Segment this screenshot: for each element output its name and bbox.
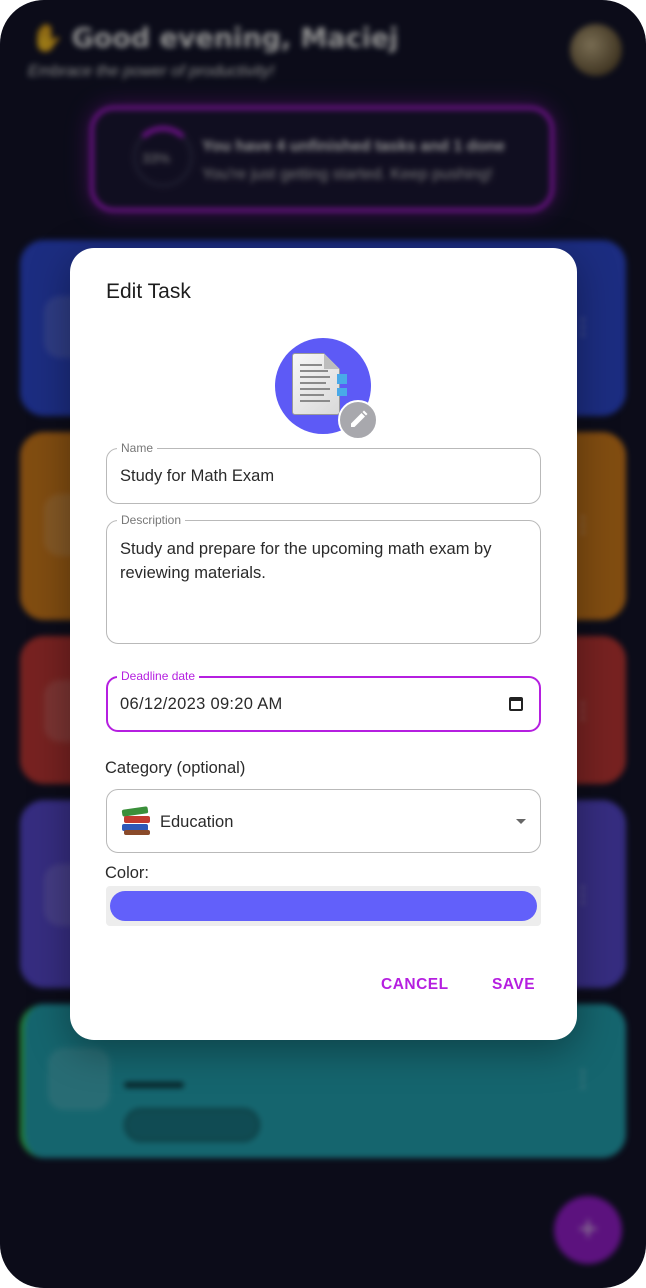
deadline-field[interactable]: Deadline date 06/12/2023 09:20 AM (106, 669, 541, 732)
edit-task-dialog: Edit Task Name Study for Math Exam Descr… (70, 248, 577, 1040)
category-select[interactable]: Education (106, 789, 541, 853)
description-label: Description (117, 513, 186, 527)
color-picker[interactable] (106, 886, 541, 926)
name-input[interactable]: Study for Math Exam (120, 464, 274, 488)
deadline-input[interactable]: 06/12/2023 09:20 AM (120, 692, 283, 716)
color-swatch[interactable] (110, 891, 537, 921)
save-button[interactable]: SAVE (492, 976, 535, 994)
category-selected-value: Education (160, 813, 234, 831)
dialog-title: Edit Task (106, 280, 191, 303)
edit-avatar-button[interactable] (338, 400, 378, 440)
name-field[interactable]: Name Study for Math Exam (106, 441, 541, 504)
document-icon (292, 353, 347, 415)
calendar-icon[interactable] (509, 697, 523, 711)
books-icon (121, 806, 152, 836)
deadline-label: Deadline date (117, 669, 200, 683)
chevron-down-icon[interactable] (516, 819, 526, 824)
cancel-button[interactable]: CANCEL (381, 976, 449, 994)
description-field[interactable]: Description Study and prepare for the up… (106, 513, 541, 644)
name-label: Name (117, 441, 158, 455)
category-label: Category (optional) (105, 759, 246, 777)
color-label: Color: (105, 864, 150, 882)
pencil-icon (351, 410, 368, 427)
description-input[interactable]: Study and prepare for the upcoming math … (120, 537, 530, 585)
